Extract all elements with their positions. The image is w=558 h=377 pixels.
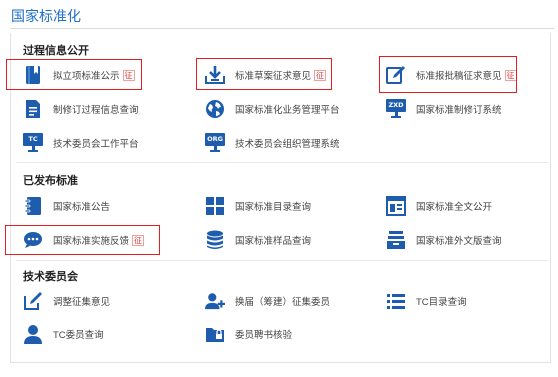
solicit-badge: 征 [132,234,145,246]
section-title-technical-committee: 技术委员会 [23,271,78,283]
zxd-monitor-icon: ZXD [386,99,406,119]
page-header: 国家标准化 [0,0,558,30]
item-standards-catalog-query[interactable]: 国家标准目录查询 [205,193,311,219]
list-icon [386,291,406,311]
item-label: 技术委员会组织管理系统 [235,139,340,150]
notebook-icon [23,196,43,216]
grid-icon [205,196,225,216]
item-standards-full-text[interactable]: 国家标准全文公开 [386,193,492,219]
org-monitor-icon: ORG [205,133,225,153]
item-implementation-feedback[interactable]: 国家标准实施反馈 征 [23,227,145,253]
item-label: 标准报批稿征求意见 [416,71,502,82]
item-appointment-letter-verify[interactable]: 委员聘书核验 [205,321,292,347]
item-tc-work-platform[interactable]: TC 技术委员会工作平台 [23,130,139,156]
item-label: 国家标准公告 [53,202,111,213]
section-divider [16,260,548,261]
item-label: 委员聘书核验 [235,330,293,341]
item-label: TC委员查询 [53,330,104,341]
item-label: 标准草案征求意见 [235,71,312,82]
item-label: 国家标准化业务管理平台 [235,105,340,116]
item-draft-standards-comments[interactable]: 标准草案征求意见 征 [205,62,327,88]
section-divider [16,162,548,163]
item-proposed-standards-notice[interactable]: 拟立项标准公示 征 [23,62,135,88]
layout-window-icon [386,196,406,216]
item-label: 换届（筹建）征集委员 [235,297,331,308]
item-label: 国家标准样品查询 [235,236,312,247]
item-standards-announcement[interactable]: 国家标准公告 [23,193,110,219]
tc-tag-text: TC [23,133,43,146]
download-tray-icon [205,65,225,85]
item-standard-samples-query[interactable]: 国家标准样品查询 [205,227,311,253]
org-tag-text: ORG [205,133,225,146]
header-divider [10,28,554,29]
item-revision-system[interactable]: ZXD 国家标准制修订系统 [386,96,502,122]
item-label: 国家标准目录查询 [235,202,312,213]
database-icon [205,230,225,250]
item-label: 国家标准全文公开 [416,202,493,213]
item-tc-member-query[interactable]: TC委员查询 [23,321,104,347]
item-label: TC目录查询 [416,297,467,308]
item-revision-process-query[interactable]: 制修订过程信息查询 [23,96,139,122]
solicit-badge: 征 [314,69,327,81]
section-title-process-info: 过程信息公开 [23,45,89,57]
item-label: 制修订过程信息查询 [53,105,139,116]
item-foreign-version-query[interactable]: 国家标准外文版查询 [386,227,502,253]
item-tc-catalog-query[interactable]: TC目录查询 [386,288,467,314]
item-label: 拟立项标准公示 [53,71,120,82]
edit-form-icon [386,65,406,85]
item-label: 国家标准实施反馈 [53,236,130,247]
page-title: 国家标准化 [11,8,81,24]
globe-icon [205,99,225,119]
folder-lock-icon [205,324,225,344]
user-add-icon [205,291,225,311]
item-business-management-platform[interactable]: 国家标准化业务管理平台 [205,96,340,122]
tc-monitor-icon: TC [23,133,43,153]
item-label: 国家标准制修订系统 [416,105,502,116]
item-label: 国家标准外文版查询 [416,236,502,247]
item-label: 调整征集意见 [53,297,111,308]
pencil-note-icon [23,291,43,311]
solicit-badge: 征 [504,69,517,81]
item-approval-draft-comments[interactable]: 标准报批稿征求意见 征 [386,62,517,88]
item-label: 技术委员会工作平台 [53,139,139,150]
chat-bubble-icon [23,230,43,250]
zxd-tag-text: ZXD [386,99,406,112]
document-list-icon [23,99,43,119]
section-title-published-standards: 已发布标准 [23,175,78,187]
item-reelection-recruit-members[interactable]: 换届（筹建）征集委员 [205,288,330,314]
bookmark-book-icon [23,65,43,85]
stack-tray-icon [386,230,406,250]
user-icon [23,324,43,344]
item-adjust-solicit-comments[interactable]: 调整征集意见 [23,288,110,314]
item-tc-organization-system[interactable]: ORG 技术委员会组织管理系统 [205,130,340,156]
solicit-badge: 征 [122,69,135,81]
